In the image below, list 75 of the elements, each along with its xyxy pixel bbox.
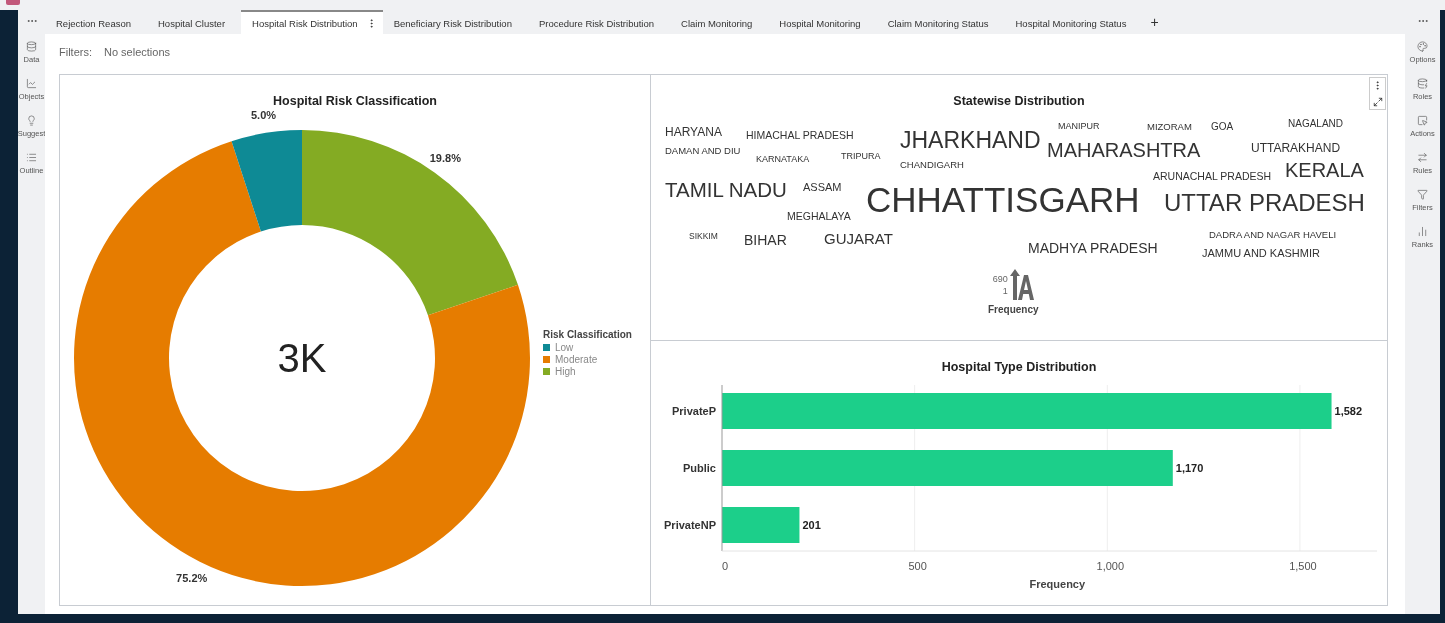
cloud-word: JAMMU AND KASHMIR	[1202, 247, 1320, 259]
arrows-icon	[1417, 152, 1428, 163]
palette-icon	[1417, 41, 1428, 52]
lightbulb-icon	[26, 115, 37, 126]
cloud-word: KERALA	[1285, 160, 1364, 180]
axis-title: Frequency	[1029, 577, 1086, 590]
legend-label: Moderate	[555, 354, 598, 365]
report-tab[interactable]: Hospital Monitoring Status	[1004, 10, 1133, 34]
cloud-word: UTTAR PRADESH	[1164, 191, 1365, 215]
cloud-word: GUJARAT	[824, 230, 893, 246]
legend-label: Low	[555, 342, 574, 353]
bar-chart-icon	[1417, 226, 1428, 237]
report-tab[interactable]: Hospital Risk Distribution	[241, 10, 383, 34]
cloud-word: MEGHALAYA	[787, 210, 851, 222]
chart-title: Hospital Type Distribution	[941, 359, 1097, 376]
database-icon	[26, 41, 37, 52]
chart-title: Statewise Distribution	[953, 94, 1085, 110]
legend-title: Frequency	[988, 304, 1039, 315]
bar-value-label: 1,170	[1175, 461, 1204, 474]
report-tab[interactable]: Beneficiary Risk Distribution	[382, 10, 518, 34]
filters-value: No selections	[104, 45, 171, 58]
report-tab[interactable]: Rejection Reason	[45, 10, 137, 34]
category-label: PrivateNP	[664, 518, 716, 531]
report-tab[interactable]: Hospital Cluster	[147, 10, 232, 34]
filter-icon	[1417, 189, 1428, 200]
filters-label: Filters:	[59, 45, 92, 58]
cloud-word: BIHAR	[744, 233, 787, 247]
size-scale-icon	[1009, 269, 1034, 300]
axis-tick-label: 500	[908, 559, 927, 572]
bar-value-label: 201	[802, 518, 821, 531]
maximize-icon[interactable]	[1372, 97, 1383, 107]
cloud-word: KARNATAKA	[756, 154, 810, 164]
cloud-word: ASSAM	[803, 181, 842, 193]
report-tab[interactable]: Claim Monitoring Status	[876, 10, 995, 34]
category-label: PrivateP	[671, 404, 716, 417]
report-tab[interactable]: Procedure Risk Distribution	[527, 10, 661, 34]
cloud-word: HIMACHAL PRADESH	[746, 129, 854, 141]
legend-min-value: 1	[1002, 285, 1008, 296]
axis-tick-label: 1,500	[1289, 559, 1317, 572]
cloud-word: HARYANA	[665, 126, 722, 138]
add-tab-button[interactable]: +	[1142, 10, 1167, 34]
cloud-word: SIKKIM	[689, 231, 718, 241]
cloud-word: JHARKHAND	[900, 128, 1041, 152]
pointer-icon	[1417, 115, 1428, 126]
cloud-word: NAGALAND	[1288, 119, 1343, 129]
report-tab[interactable]: Claim Monitoring	[670, 10, 759, 34]
cloud-word: GOA	[1211, 122, 1234, 132]
cloud-word: TAMIL NADU	[665, 179, 787, 201]
cloud-word: TRIPURA	[841, 151, 881, 161]
cloud-word: UTTARAKHAND	[1251, 142, 1341, 154]
cloud-word: MADHYA PRADESH	[1028, 241, 1158, 255]
center-total: 3K	[277, 336, 327, 380]
axis-tick-label: 1,000	[1096, 559, 1125, 572]
legend-title: Risk Classification	[543, 329, 632, 340]
slice-value-label: 19.8%	[429, 152, 461, 165]
cloud-word: MIZORAM	[1147, 122, 1192, 132]
axis-tick-label: 0	[721, 559, 729, 572]
slice-value-label: 75.2%	[176, 571, 208, 584]
category-label: Public	[683, 461, 716, 474]
bar-value-label: 1,582	[1334, 404, 1363, 417]
database-icon	[1417, 78, 1428, 89]
cloud-word: DAMAN AND DIU	[665, 146, 741, 156]
legend-max-value: 690	[992, 273, 1008, 284]
cloud-word: ARUNACHAL PRADESH	[1153, 170, 1272, 182]
cloud-word: CHANDIGARH	[900, 160, 964, 170]
cloud-word: DADRA AND NAGAR HAVELI	[1209, 230, 1337, 240]
report-tab[interactable]: Hospital Monitoring	[768, 10, 867, 34]
cloud-word: MANIPUR	[1058, 121, 1100, 131]
cloud-word: CHHATTISGARH	[866, 181, 1140, 217]
chart-title: Hospital Risk Classification	[273, 94, 437, 110]
list-icon	[26, 152, 37, 163]
slice-value-label: 5.0%	[251, 109, 277, 122]
legend-label: High	[555, 366, 576, 377]
cloud-word: MAHARASHTRA	[1047, 140, 1201, 160]
line-chart-icon	[26, 78, 37, 89]
